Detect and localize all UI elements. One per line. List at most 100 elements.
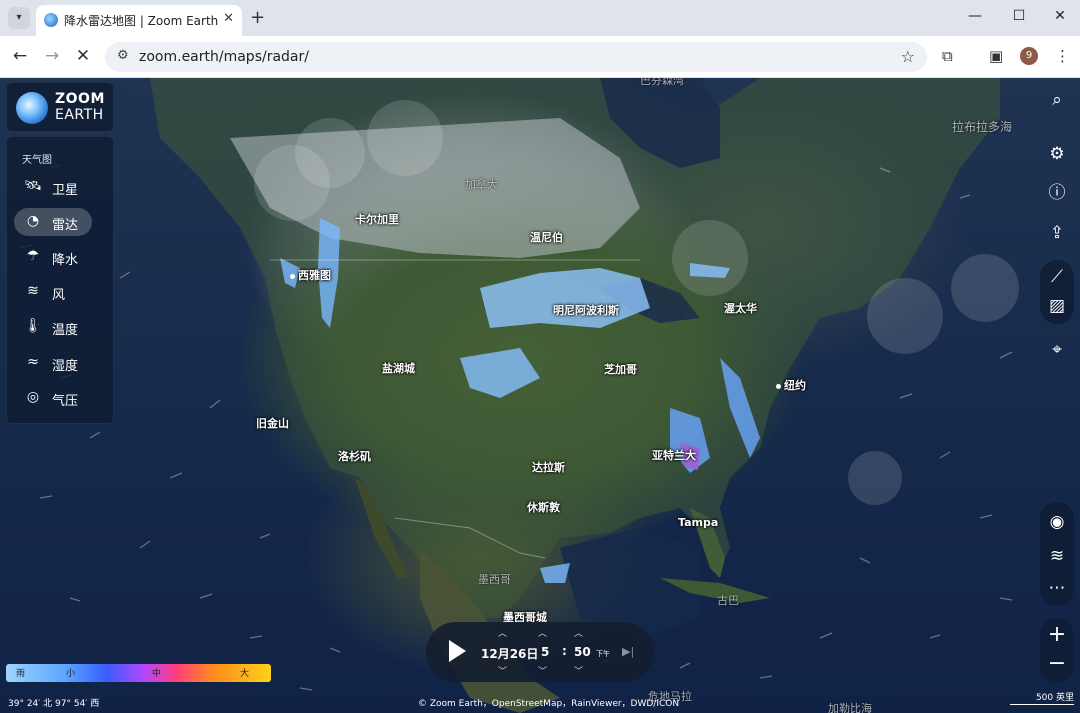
radar-icon: ◔ — [26, 213, 40, 229]
minute-down-chevron-icon[interactable]: ﹀ — [574, 664, 583, 677]
layer-label: 降水 — [52, 253, 79, 268]
info-icon[interactable]: ⓘ — [1043, 179, 1071, 207]
close-window-button[interactable]: ✕ — [1050, 8, 1070, 24]
date-value[interactable]: 12月26日 — [481, 645, 538, 662]
gauge-icon: ◎ — [26, 389, 40, 405]
city-newyork[interactable]: 纽约 — [776, 377, 806, 393]
zoom-out-button[interactable]: − — [1043, 650, 1071, 678]
city-seattle[interactable]: 西雅图 — [290, 267, 331, 283]
city-losangeles[interactable]: 洛杉矶 — [338, 448, 371, 464]
address-bar[interactable]: ⚙ zoom.earth/maps/radar/ ☆ — [105, 42, 927, 72]
cursor-coordinates: 39° 24′ 北 97° 54′ 西 — [8, 699, 100, 709]
zoom-earth-favicon-icon — [44, 13, 58, 27]
legend-label-heavy: 大 — [240, 669, 250, 679]
layer-humidity[interactable]: ≈ 湿度 — [14, 349, 92, 377]
city-minneapolis[interactable]: 明尼阿波利斯 — [553, 302, 619, 318]
time-control-bar: ︿ 12月26日 ﹀ ︿ 5 ﹀ : ︿ 50 ﹀ 下午 ▶| — [426, 622, 654, 682]
overlay-tools-group: ◉ ≋ ⋯ — [1040, 502, 1074, 606]
layer-pressure[interactable]: ◎ 气压 — [14, 384, 92, 412]
layer-label: 雷达 — [52, 218, 79, 233]
site-info-icon[interactable]: ⚙ — [117, 48, 129, 63]
minute-value[interactable]: 50 — [574, 645, 591, 659]
measure-area-icon[interactable]: ▨ — [1043, 292, 1071, 320]
browser-toolbar: ← → ✕ ⚙ zoom.earth/maps/radar/ ☆ ⧉ ▣ 9 ⋮ — [0, 36, 1080, 78]
legend-label-moderate: 中 — [152, 669, 162, 679]
thermometer-icon: 🌡 — [24, 318, 42, 334]
layer-label: 气压 — [52, 394, 79, 409]
city-calgary[interactable]: 卡尔加里 — [355, 211, 399, 227]
layers-title: 天气图 — [22, 155, 52, 166]
tab-search-button[interactable]: ▾ — [8, 7, 30, 29]
city-sanfrancisco[interactable]: 旧金山 — [256, 415, 289, 431]
weather-map[interactable]: 巴芬森湾 加拿大 拉布拉多海 墨西哥 古巴 危地马拉 加勒比海 卡尔加里 西雅图… — [0, 78, 1080, 713]
city-ottawa[interactable]: 渥太华 — [724, 300, 757, 316]
back-button[interactable]: ← — [9, 46, 31, 66]
layer-satellite[interactable]: 🛰 卫星 — [14, 173, 92, 201]
new-tab-button[interactable]: + — [250, 7, 265, 28]
humidity-icon: ≈ — [27, 354, 39, 370]
settings-gear-icon[interactable]: ⚙ — [1043, 140, 1071, 168]
wind-icon: ≋ — [27, 283, 39, 299]
bookmark-star-icon[interactable]: ☆ — [901, 47, 915, 66]
city-salt-lake[interactable]: 盐湖城 — [382, 360, 415, 376]
layer-precipitation[interactable]: ☂ 降水 — [14, 243, 92, 271]
satellite-icon: 🛰 — [24, 178, 42, 194]
hour-value[interactable]: 5 — [541, 645, 549, 659]
stop-loading-button[interactable]: ✕ — [72, 46, 94, 66]
forward-button[interactable]: → — [41, 46, 63, 66]
logo-text-zoom: ZOOM — [55, 91, 105, 107]
my-location-icon[interactable]: ⌖ — [1043, 336, 1071, 364]
city-atlanta[interactable]: 亚特兰大 — [652, 447, 696, 463]
profile-avatar[interactable]: 9 — [1020, 47, 1038, 65]
layer-label: 温度 — [52, 323, 79, 338]
search-icon[interactable]: ⌕ — [1043, 86, 1071, 114]
logo-text-earth: EARTH — [55, 107, 104, 123]
globe-icon — [16, 92, 48, 124]
minute-up-chevron-icon[interactable]: ︿ — [574, 626, 583, 639]
zoom-in-button[interactable]: + — [1043, 621, 1071, 649]
browser-menu-icon[interactable]: ⋮ — [1055, 47, 1070, 65]
region-labrador-sea: 拉布拉多海 — [952, 120, 1013, 134]
city-chicago[interactable]: 芝加哥 — [604, 361, 637, 377]
url-text[interactable]: zoom.earth/maps/radar/ — [139, 49, 309, 65]
rain-icon: ☂ — [26, 248, 40, 264]
tab-title: 降水雷达地图 | Zoom Earth — [64, 14, 219, 28]
play-icon[interactable] — [449, 640, 466, 662]
more-options-icon[interactable]: ⋯ — [1043, 574, 1071, 602]
date-down-chevron-icon[interactable]: ﹀ — [498, 664, 507, 677]
zoom-controls-group: + − — [1040, 618, 1074, 682]
hour-up-chevron-icon[interactable]: ︿ — [538, 626, 547, 639]
measure-distance-icon[interactable]: ⟋ — [1043, 263, 1071, 291]
radar-intensity-legend: 雨 小 中 大 — [6, 664, 271, 682]
extensions-icon[interactable]: ⧉ — [942, 47, 953, 65]
wind-particles-icon[interactable]: ≋ — [1043, 542, 1071, 570]
time-colon: : — [562, 644, 567, 658]
layer-temperature[interactable]: 🌡 温度 — [14, 313, 92, 341]
zoom-earth-logo[interactable]: ZOOM EARTH — [6, 82, 114, 132]
browser-tab-strip: ▾ 降水雷达地图 | Zoom Earth ✕ + — ☐ ✕ — [0, 0, 1080, 36]
measure-tools-group: ⟋ ▨ — [1040, 260, 1074, 324]
browser-tab[interactable]: 降水雷达地图 | Zoom Earth ✕ — [36, 5, 242, 36]
layer-wind[interactable]: ≋ 风 — [14, 278, 92, 306]
share-icon[interactable]: ⇪ — [1043, 219, 1071, 247]
city-dallas[interactable]: 达拉斯 — [532, 459, 565, 475]
skip-to-latest-icon[interactable]: ▶| — [622, 645, 634, 658]
close-tab-icon[interactable]: ✕ — [223, 11, 234, 26]
city-houston[interactable]: 休斯敦 — [527, 499, 560, 515]
map-attribution[interactable]: © Zoom Earth，OpenStreetMap，RainViewer，DW… — [418, 696, 679, 709]
city-tampa[interactable]: Tampa — [678, 516, 718, 529]
maximize-window-button[interactable]: ☐ — [1009, 8, 1029, 24]
hour-down-chevron-icon[interactable]: ﹀ — [538, 664, 547, 677]
map-scale: 500 英里 — [1010, 690, 1074, 705]
ampm-value: 下午 — [596, 650, 610, 658]
city-winnipeg[interactable]: 温尼伯 — [530, 229, 563, 245]
region-mexico: 墨西哥 — [478, 573, 511, 586]
layer-radar[interactable]: ◔ 雷达 — [14, 208, 92, 236]
minimize-window-button[interactable]: — — [965, 8, 985, 24]
region-cuba: 古巴 — [717, 594, 739, 607]
storm-tracker-icon[interactable]: ◉ — [1043, 508, 1071, 536]
layer-label: 风 — [52, 288, 66, 303]
weather-layers-panel: 天气图 🛰 卫星 ◔ 雷达 ☂ 降水 ≋ 风 🌡 温度 ≈ 湿度 ◎ 气压 — [6, 136, 114, 424]
side-panel-icon[interactable]: ▣ — [989, 47, 1003, 65]
date-up-chevron-icon[interactable]: ︿ — [498, 626, 507, 639]
